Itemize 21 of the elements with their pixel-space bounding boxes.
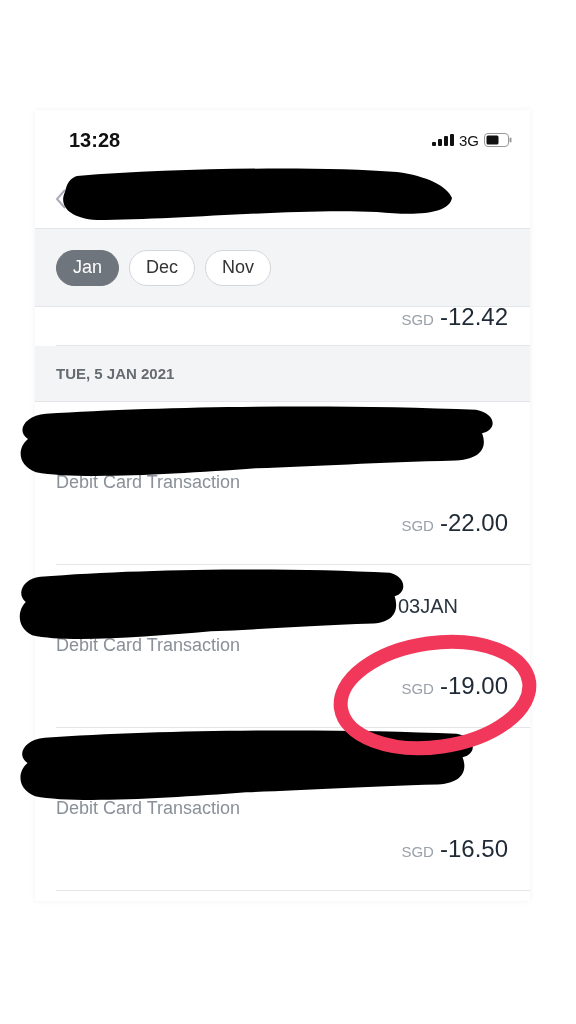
currency-label: SGD — [401, 680, 434, 697]
signal-icon — [432, 134, 454, 146]
amount: -22.00 — [439, 509, 508, 537]
month-chip[interactable]: Dec — [129, 249, 196, 286]
currency-label: SGD — [401, 517, 434, 534]
month-chip[interactable]: Nov — [205, 249, 272, 286]
amount: -19.00 — [439, 672, 508, 700]
status-time: 13:28 — [69, 128, 121, 152]
amount: -12.42 — [439, 303, 508, 331]
network-type: 3G — [459, 131, 479, 149]
currency-label: SGD — [401, 843, 434, 860]
transaction-type: Debit Card Transaction — [56, 472, 242, 493]
transaction-type: Debit Card Transaction — [56, 798, 242, 819]
month-chip[interactable]: Jan — [56, 249, 120, 286]
amount: -16.50 — [439, 835, 508, 863]
battery-icon — [484, 133, 512, 147]
back-icon[interactable] — [55, 188, 67, 210]
transaction-title: 03JAN — [397, 594, 458, 618]
transaction-type: Debit Card Transaction — [56, 635, 242, 656]
currency-label: SGD — [401, 311, 434, 328]
date-text: TUE, 5 JAN 2021 — [56, 365, 175, 382]
